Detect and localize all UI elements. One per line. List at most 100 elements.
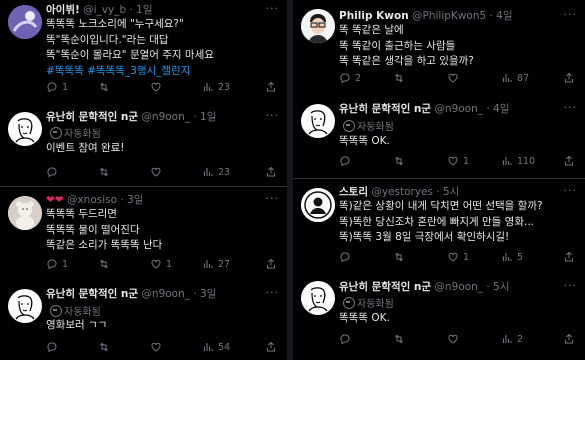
retweet-icon <box>393 72 405 84</box>
avatar[interactable] <box>8 196 42 230</box>
author-handle[interactable]: @yestoryes <box>371 186 433 198</box>
tweet-line: 똑똑똑 두드리면 <box>46 208 117 220</box>
more-icon[interactable]: ··· <box>564 101 578 114</box>
author-name[interactable]: 스토리 <box>339 186 368 198</box>
like-icon <box>150 166 162 178</box>
reply-button[interactable] <box>339 333 355 345</box>
author-handle[interactable]: @n9oon_ <box>434 103 483 115</box>
share-button[interactable] <box>265 166 277 178</box>
author-name[interactable]: 유난히 문학적인 n군 <box>46 288 138 300</box>
author-handle[interactable]: @i_vy_b <box>83 4 126 16</box>
reply-button[interactable] <box>339 251 355 263</box>
bot-icon <box>343 120 355 132</box>
avatar[interactable] <box>301 188 335 222</box>
share-button[interactable] <box>563 72 575 84</box>
more-icon[interactable]: ··· <box>266 192 280 205</box>
author-name[interactable]: 유난히 문학적인 n군 <box>46 111 138 123</box>
retweet-button[interactable] <box>393 155 409 167</box>
views-button[interactable]: 23 <box>202 81 230 93</box>
author-handle[interactable]: @n9oon_ <box>141 288 190 300</box>
retweet-button[interactable] <box>393 72 409 84</box>
author-name[interactable]: Philip Kwon <box>339 10 409 22</box>
share-button[interactable] <box>265 81 277 93</box>
author-handle[interactable]: @n9oon_ <box>434 281 483 293</box>
like-button[interactable] <box>447 72 463 84</box>
more-icon[interactable]: ··· <box>564 8 578 21</box>
retweet-button[interactable] <box>393 251 409 263</box>
avatar[interactable] <box>8 289 42 323</box>
reply-button[interactable] <box>339 155 355 167</box>
views-button[interactable]: 110 <box>501 155 535 167</box>
reply-button[interactable]: 2 <box>339 72 361 84</box>
views-button[interactable]: 87 <box>501 72 529 84</box>
tweet-time[interactable]: 5시 <box>443 186 459 198</box>
views-button[interactable]: 23 <box>202 166 230 178</box>
more-icon[interactable]: ··· <box>564 279 578 292</box>
tweet-time[interactable]: 3일 <box>127 194 143 206</box>
reply-icon <box>339 72 351 84</box>
tweet-actions: 2 87 <box>339 72 575 86</box>
retweet-button[interactable] <box>98 341 114 353</box>
tweet-line: 똑똑똑 노크소리에 "누구세요?" <box>46 18 184 30</box>
tweet-card[interactable]: 유난히 문학적인 n군 @n9oon_ · 3일 ··· 자동화됨 영화보러 ㄱ… <box>0 281 287 360</box>
like-button[interactable] <box>150 166 166 178</box>
tweet-card[interactable]: 스토리 @yestoryes · 5시 ··· 똑)같은 상황이 내게 닥치면 … <box>293 180 585 272</box>
tweet-time[interactable]: 1일 <box>200 111 216 123</box>
avatar[interactable] <box>301 104 335 138</box>
reply-button[interactable] <box>46 166 62 178</box>
like-button[interactable]: 1 <box>447 155 469 167</box>
like-button[interactable]: 1 <box>447 251 469 263</box>
author-handle[interactable]: @xnosiso <box>67 194 117 206</box>
retweet-button[interactable] <box>98 81 114 93</box>
avatar[interactable] <box>8 5 42 39</box>
more-icon[interactable]: ··· <box>266 109 280 122</box>
like-button[interactable] <box>150 81 166 93</box>
share-button[interactable] <box>563 251 575 263</box>
automated-label: 자동화됨 <box>343 118 394 133</box>
avatar[interactable] <box>301 9 335 43</box>
tweet-card[interactable]: 유난히 문학적인 n군 @n9oon_ · 5시 ··· 자동화됨 똑똑똑 OK… <box>293 273 585 360</box>
avatar[interactable] <box>8 112 42 146</box>
like-button[interactable]: 1 <box>150 258 172 270</box>
views-button[interactable]: 2 <box>501 333 523 345</box>
views-button[interactable]: 54 <box>202 341 230 353</box>
tweet-card[interactable]: ❤❤ @xnosiso · 3일 ··· 똑똑똑 두드리면 똑똑똑 물이 떨어진… <box>0 188 287 278</box>
tweet-time[interactable]: 4일 <box>496 10 512 22</box>
like-button[interactable] <box>447 333 463 345</box>
more-icon[interactable]: ··· <box>266 2 280 15</box>
tweet-line: 똑"똑순이입니다."라는 대답 <box>46 33 169 46</box>
author-name[interactable]: 유난히 문학적인 n군 <box>339 281 431 293</box>
retweet-button[interactable] <box>98 258 114 270</box>
retweet-button[interactable] <box>393 333 409 345</box>
reply-button[interactable]: 1 <box>46 258 68 270</box>
views-button[interactable]: 5 <box>501 251 523 263</box>
tweet-time[interactable]: 4일 <box>493 103 509 115</box>
tweet-line: 이벤트 참여 완료! <box>46 142 125 154</box>
retweet-button[interactable] <box>98 166 114 178</box>
tweet-card[interactable]: 아이뷔! @i_vy_b · 1일 ··· 똑똑똑 노크소리에 "누구세요?" … <box>0 0 287 102</box>
share-button[interactable] <box>265 341 277 353</box>
tweet-card[interactable]: 유난히 문학적인 n군 @n9oon_ · 4일 ··· 자동화됨 똑똑똑 OK… <box>293 96 585 176</box>
left-column-timeline: 아이뷔! @i_vy_b · 1일 ··· 똑똑똑 노크소리에 "누구세요?" … <box>0 0 287 360</box>
author-name[interactable]: 아이뷔! <box>46 4 80 16</box>
share-button[interactable] <box>563 333 575 345</box>
tweet-time[interactable]: 1일 <box>136 4 152 16</box>
tweet-card[interactable]: 유난히 문학적인 n군 @n9oon_ · 1일 ··· 자동화됨 이벤트 참여… <box>0 104 287 184</box>
more-icon[interactable]: ··· <box>564 184 578 197</box>
views-button[interactable]: 27 <box>202 258 230 270</box>
author-handle[interactable]: @n9oon_ <box>141 111 190 123</box>
tweet-time[interactable]: 5시 <box>493 281 509 293</box>
share-button[interactable] <box>563 155 575 167</box>
hashtag-links[interactable]: #똑똑똑 #똑똑똑_3행시_챌린지 <box>46 64 214 80</box>
author-name[interactable]: 유난히 문학적인 n군 <box>339 103 431 115</box>
reply-button[interactable]: 1 <box>46 81 68 93</box>
tweet-text: 똑똑똑 OK. <box>339 134 390 150</box>
tweet-time[interactable]: 3일 <box>200 288 216 300</box>
avatar[interactable] <box>301 281 335 315</box>
tweet-card[interactable]: Philip Kwon @PhilipKwon5 · 4일 ··· 똑 똑같은 … <box>293 0 585 92</box>
share-button[interactable] <box>265 258 277 270</box>
more-icon[interactable]: ··· <box>266 286 280 299</box>
reply-button[interactable] <box>46 341 62 353</box>
like-button[interactable] <box>150 341 166 353</box>
author-handle[interactable]: @PhilipKwon5 <box>412 10 486 22</box>
